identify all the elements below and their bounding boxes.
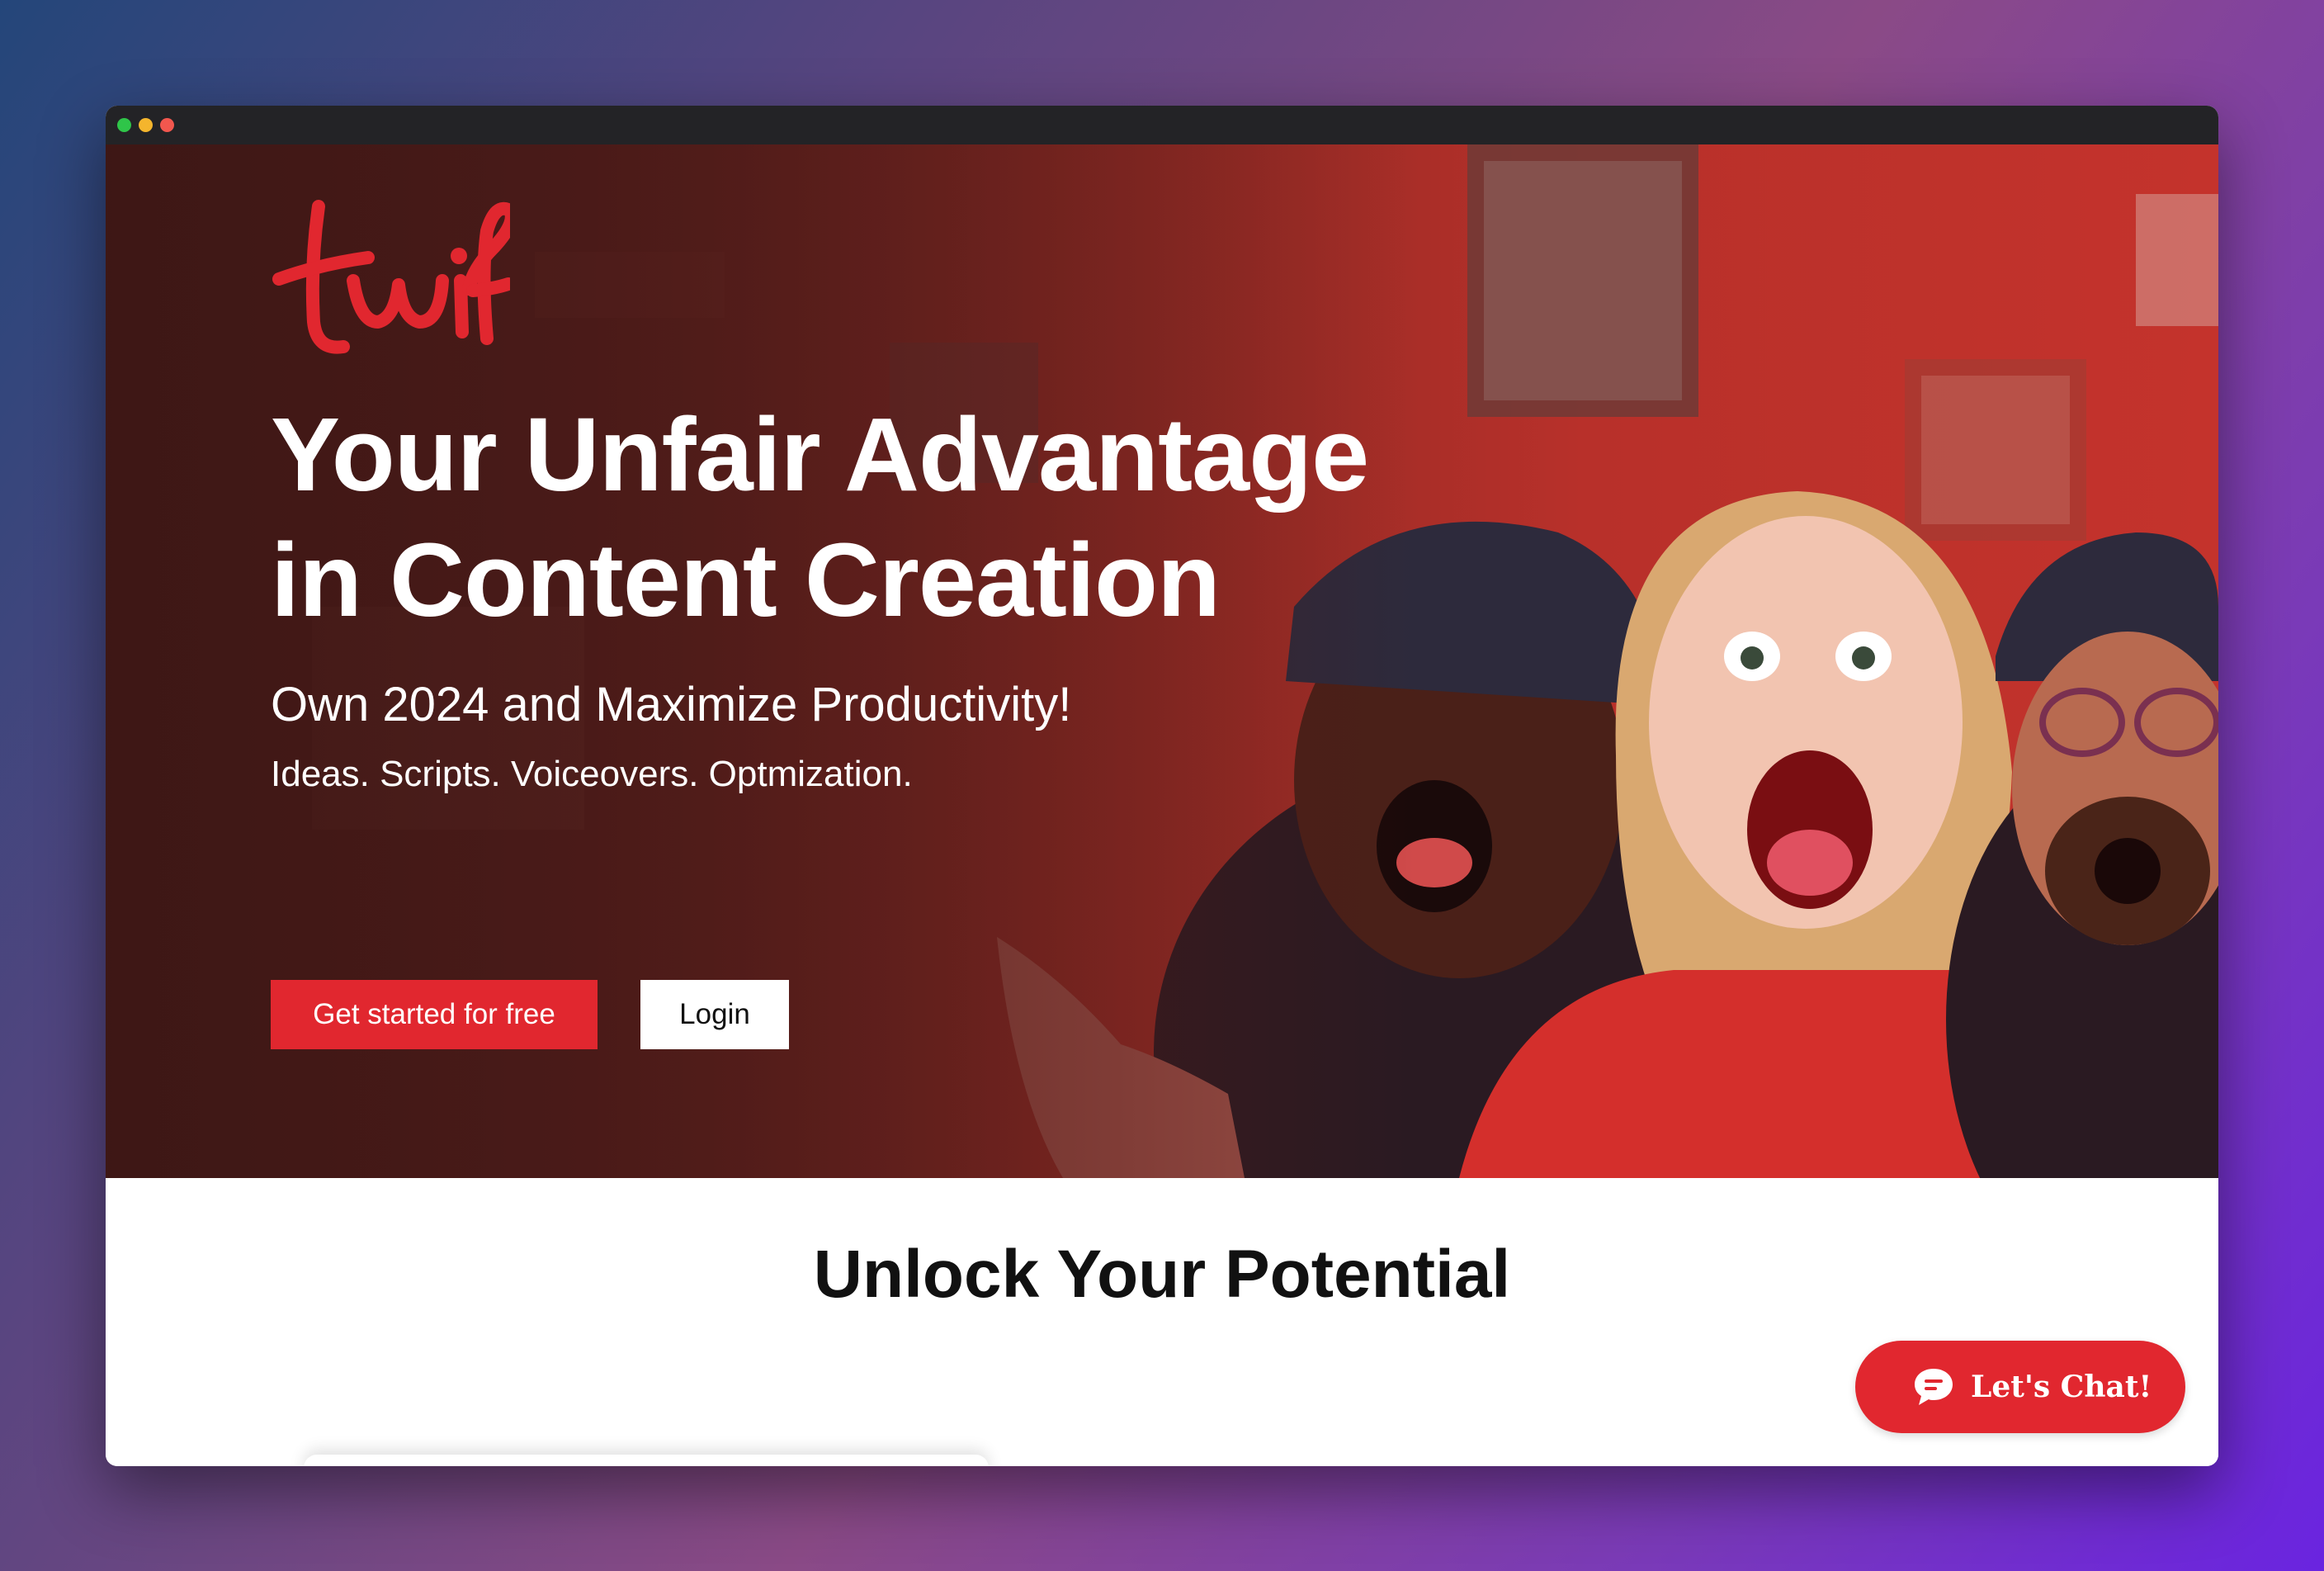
twif-logo[interactable]: [271, 198, 510, 363]
get-started-button[interactable]: Get started for free: [271, 980, 598, 1049]
window-green-dot-icon[interactable]: [117, 118, 131, 132]
chat-bubble-icon: [1915, 1369, 1953, 1405]
window-yellow-dot-icon[interactable]: [139, 118, 153, 132]
hero-section: Your Unfair Advantage in Content Creatio…: [106, 144, 2218, 1178]
chat-button[interactable]: Let's Chat!: [1855, 1341, 2185, 1433]
hero-headline: Your Unfair Advantage in Content Creatio…: [271, 392, 1426, 643]
headline-line-1: Your Unfair Advantage: [271, 396, 1369, 513]
chat-button-label: Let's Chat!: [1971, 1370, 2152, 1404]
section-title: Unlock Your Potential: [813, 1237, 1511, 1312]
hero-subheadline: Own 2024 and Maximize Productivity!: [271, 678, 1072, 731]
window-titlebar: [106, 106, 2218, 144]
login-button[interactable]: Login: [640, 980, 789, 1049]
browser-window: Your Unfair Advantage in Content Creatio…: [106, 106, 2218, 1466]
feature-card: [304, 1455, 989, 1466]
window-red-dot-icon[interactable]: [160, 118, 174, 132]
headline-line-2: in Content Creation: [271, 522, 1221, 638]
hero-tagline: Ideas. Scripts. Voiceovers. Optmization.: [271, 754, 913, 794]
